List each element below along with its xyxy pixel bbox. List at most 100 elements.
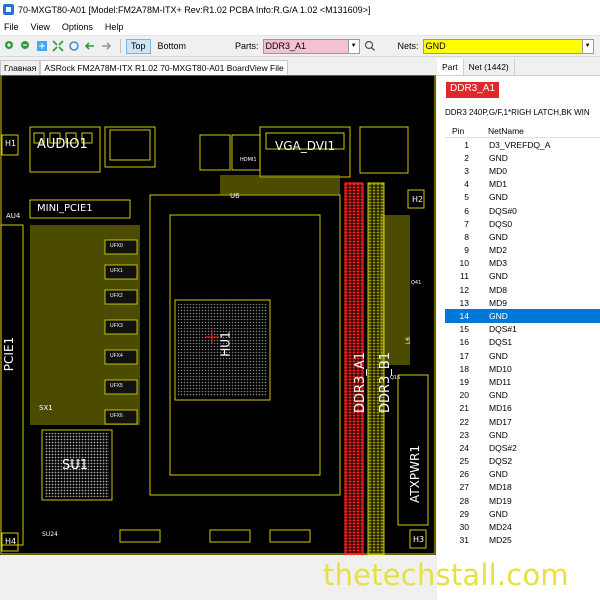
pin-number: 18 (459, 363, 469, 374)
title-bar: 70-MXGT80-A01 [Model:FM2A78M-ITX+ Rev:R1… (0, 0, 600, 19)
pin-number: 29 (459, 508, 469, 519)
pin-number: 21 (459, 403, 469, 414)
board-label-l6: L6 (405, 336, 413, 345)
toolbar: Top Bottom Parts: DDR3_A1 ▼ Nets: GND ▼ (0, 36, 600, 57)
menu-options[interactable]: Options (62, 22, 93, 32)
zoom-out-icon[interactable] (19, 40, 32, 53)
tab-home[interactable]: Главная (0, 60, 41, 75)
pin-number: 3 (464, 165, 469, 176)
table-row[interactable]: 23 GND (445, 428, 600, 441)
pin-number: 5 (464, 192, 469, 203)
menu-file[interactable]: File (4, 22, 19, 32)
fet-label: UFX1 (110, 268, 123, 274)
table-row[interactable]: 22 MD17 (445, 415, 600, 428)
app-icon (3, 4, 14, 15)
table-row[interactable]: 4 MD1 (445, 178, 600, 191)
table-row[interactable]: 18 MD10 (445, 362, 600, 375)
table-row[interactable]: 15 DQS#1 (445, 323, 600, 336)
zoom-in-icon[interactable] (3, 40, 16, 53)
table-row[interactable]: 21 MD16 (445, 402, 600, 415)
pin-number: 22 (459, 416, 469, 427)
table-row[interactable]: 11 GND (445, 270, 600, 283)
table-row[interactable]: 27 MD18 (445, 481, 600, 494)
table-row[interactable]: 8 GND (445, 230, 600, 243)
side-panel: Part Net (1442) DDR3_A1 DDR3 240P,G/F,1*… (437, 59, 600, 600)
pin-netname: MD24 (489, 522, 512, 533)
parts-input[interactable]: DDR3_A1 (262, 38, 349, 54)
board-label-atxpwr1: ATXPWR1 (407, 445, 422, 503)
search-icon[interactable] (364, 40, 377, 53)
table-row[interactable]: 13 MD9 (445, 296, 600, 309)
tab-boardview[interactable]: ASRock FM2A78M-ITX R1.02 70-MXGT80-A01 B… (40, 60, 288, 75)
pin-netname: DQS1 (489, 337, 513, 348)
nets-dropdown-icon[interactable]: ▼ (582, 38, 594, 54)
parts-label: Parts: (235, 41, 259, 51)
pin-netname: GND (489, 271, 508, 282)
rotate-icon[interactable] (67, 40, 80, 53)
table-row[interactable]: 2 GND (445, 151, 600, 164)
table-row[interactable]: 17 GND (445, 349, 600, 362)
tab-part[interactable]: Part (437, 59, 464, 75)
board-label-su24: SU24 (42, 531, 58, 538)
table-row[interactable]: 31 MD25 (445, 534, 600, 547)
table-row[interactable]: 5 GND (445, 191, 600, 204)
table-row[interactable]: 7 DQS0 (445, 217, 600, 230)
board-label-q16: Q16 (390, 375, 401, 381)
pin-table: Pin NetName 1 D3_VREFDQ_A 2 GND 3 MD0 4 MD1 5 GND… (445, 124, 600, 547)
tab-net[interactable]: Net (1442) (464, 59, 515, 75)
table-row[interactable]: 20 GND (445, 389, 600, 402)
board-label-h3: H3 (413, 535, 425, 544)
table-row[interactable]: 29 GND (445, 507, 600, 520)
pin-netname: GND (489, 152, 508, 163)
board-label-au4: AU4 (6, 212, 21, 220)
fet-label: UFX5 (110, 383, 123, 389)
zoom-fit-icon[interactable] (35, 40, 48, 53)
board-label-hdmi1: HDMI1 (240, 157, 257, 163)
side-tabs: Part Net (1442) (437, 59, 600, 76)
board-label-u6: U6 (230, 192, 240, 200)
toolbar-separator (120, 39, 121, 53)
pin-number: 24 (459, 442, 469, 453)
netname-column-header[interactable]: NetName (475, 124, 524, 137)
table-row[interactable]: 16 DQS1 (445, 336, 600, 349)
table-row[interactable]: 24 DQS#2 (445, 441, 600, 454)
board-label-ddr3-a1: DDR3_A1 (353, 352, 368, 413)
pin-number: 10 (459, 258, 469, 269)
pin-netname: GND (489, 469, 508, 480)
nets-label: Nets: (397, 41, 419, 51)
nets-input[interactable]: GND (422, 38, 583, 54)
table-row[interactable]: 30 MD24 (445, 520, 600, 533)
table-row[interactable]: 9 MD2 (445, 244, 600, 257)
fet-label: UFX6 (110, 413, 123, 419)
pin-netname: MD17 (489, 416, 512, 427)
back-arrow-icon[interactable] (83, 40, 96, 53)
board-label-sx1: SX1 (39, 404, 53, 412)
table-row[interactable]: 19 MD11 (445, 375, 600, 388)
pin-column-header[interactable]: Pin (445, 124, 475, 137)
forward-arrow-icon[interactable] (99, 40, 112, 53)
table-row[interactable]: 6 DQS#0 (445, 204, 600, 217)
fet-label: UFX2 (110, 293, 123, 299)
board-label-h4: H4 (5, 537, 17, 546)
zoom-area-icon[interactable] (51, 40, 64, 53)
board-label-ddr3-b1: DDR3_B1 (378, 351, 394, 414)
table-row[interactable]: 14 GND (445, 309, 600, 323)
top-button[interactable]: Top (126, 38, 151, 54)
menu-help[interactable]: Help (105, 22, 124, 32)
table-row[interactable]: 1 D3_VREFDQ_A (445, 138, 600, 151)
pin-number: 7 (464, 218, 469, 229)
table-row[interactable]: 26 GND (445, 468, 600, 481)
bottom-button[interactable]: Bottom (154, 39, 191, 54)
document-tabs: Главная ASRock FM2A78M-ITX R1.02 70-MXGT… (0, 59, 435, 75)
parts-dropdown-icon[interactable]: ▼ (348, 38, 360, 54)
table-row[interactable]: 28 MD19 (445, 494, 600, 507)
table-row[interactable]: 25 DQS2 (445, 455, 600, 468)
table-row[interactable]: 3 MD0 (445, 164, 600, 177)
table-row[interactable]: 12 MD8 (445, 283, 600, 296)
menu-view[interactable]: View (31, 22, 50, 32)
table-row[interactable]: 10 MD3 (445, 257, 600, 270)
pin-number: 28 (459, 495, 469, 506)
board-view[interactable]: AUDIO1 VGA_DVI1 MINI_PCIE1 PCIE1 HU1 DDR… (0, 75, 436, 555)
pin-netname: DQS#2 (489, 442, 517, 453)
pin-number: 11 (460, 271, 469, 282)
